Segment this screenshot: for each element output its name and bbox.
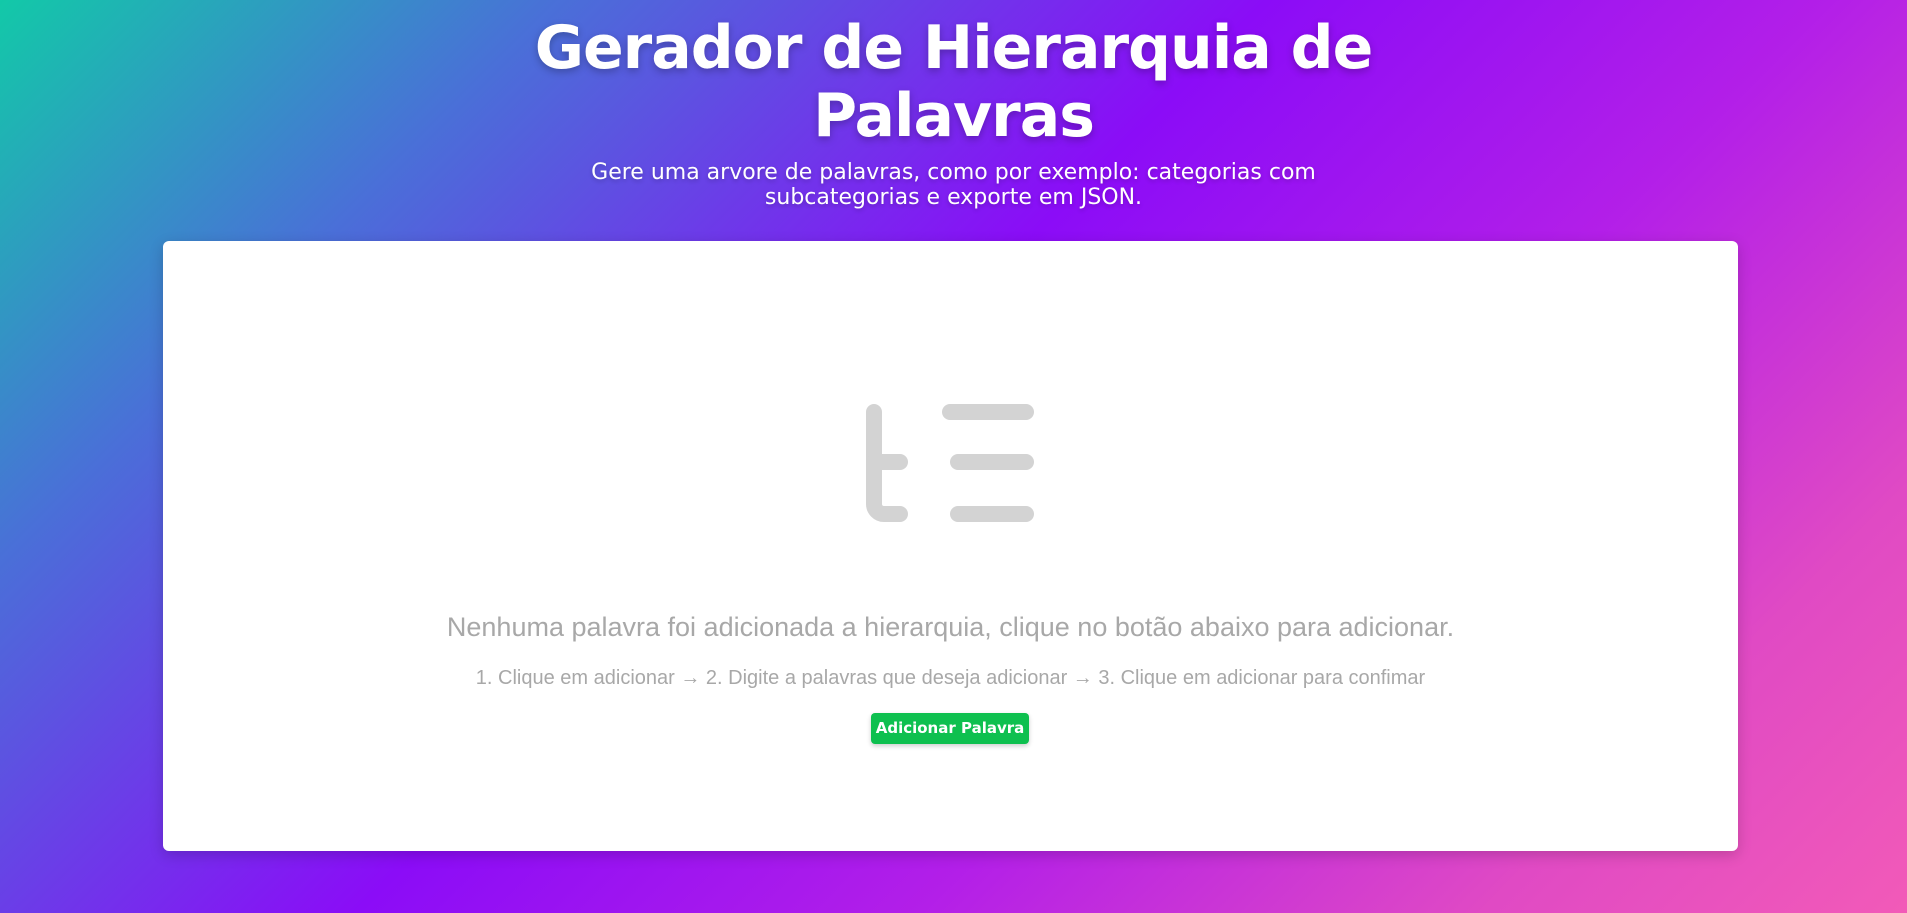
page-header: Gerador de Hierarquia de Palavras Gere u… bbox=[0, 0, 1907, 210]
empty-state-steps: 1. Clique em adicionar → 2. Digite a pal… bbox=[475, 667, 1426, 689]
tree-list-icon bbox=[866, 404, 1034, 522]
page-subtitle: Gere uma arvore de palavras, como por ex… bbox=[591, 160, 1316, 210]
add-word-button[interactable]: Adicionar Palavra bbox=[871, 713, 1029, 744]
page-title: Gerador de Hierarquia de Palavras bbox=[534, 13, 1374, 151]
empty-state-message: Nenhuma palavra foi adicionada a hierarq… bbox=[446, 612, 1455, 642]
hierarchy-card bbox=[163, 241, 1738, 851]
